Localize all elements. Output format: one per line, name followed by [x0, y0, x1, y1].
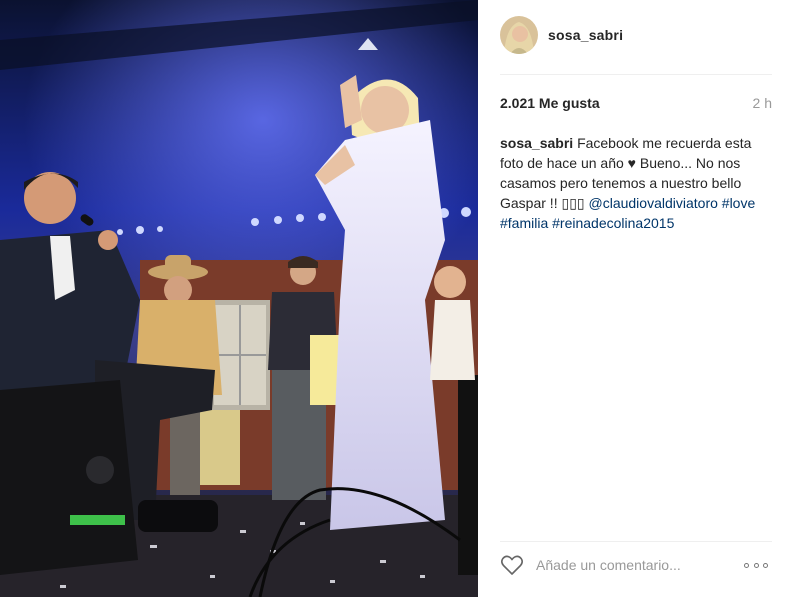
comment-input[interactable] [536, 554, 726, 576]
hashtag-love[interactable]: #love [722, 195, 755, 211]
likes-count[interactable]: 2.021 Me gusta [500, 95, 600, 111]
caption-emojis: ▯▯▯ [561, 195, 585, 211]
post-header: sosa_sabri [500, 16, 772, 75]
caption-username[interactable]: sosa_sabri [500, 135, 573, 151]
heart-outline-icon[interactable] [500, 554, 524, 576]
stage-scene-image [0, 0, 478, 597]
post-footer [500, 541, 772, 598]
post-photo[interactable] [0, 0, 478, 597]
heart-glyph-icon: ♥ [627, 155, 636, 171]
dot [744, 562, 749, 568]
post-time[interactable]: 2 h [753, 95, 772, 111]
post-meta: 2.021 Me gusta 2 h [500, 95, 772, 115]
avatar-image [500, 16, 538, 54]
post-caption: sosa_sabri Facebook me recuerda esta fot… [500, 133, 772, 233]
dot [763, 562, 768, 568]
dot [753, 562, 759, 568]
post-side-panel: sosa_sabri 2.021 Me gusta 2 h sosa_sabri… [478, 0, 796, 597]
avatar[interactable] [500, 16, 538, 54]
more-dots-icon[interactable] [744, 560, 768, 570]
caption-mention[interactable]: @claudiovaldiviatoro [589, 195, 718, 211]
post-author-username[interactable]: sosa_sabri [548, 27, 623, 43]
hashtag-familia[interactable]: #familia [500, 215, 548, 231]
hashtag-reinadecolina2015[interactable]: #reinadecolina2015 [552, 215, 674, 231]
